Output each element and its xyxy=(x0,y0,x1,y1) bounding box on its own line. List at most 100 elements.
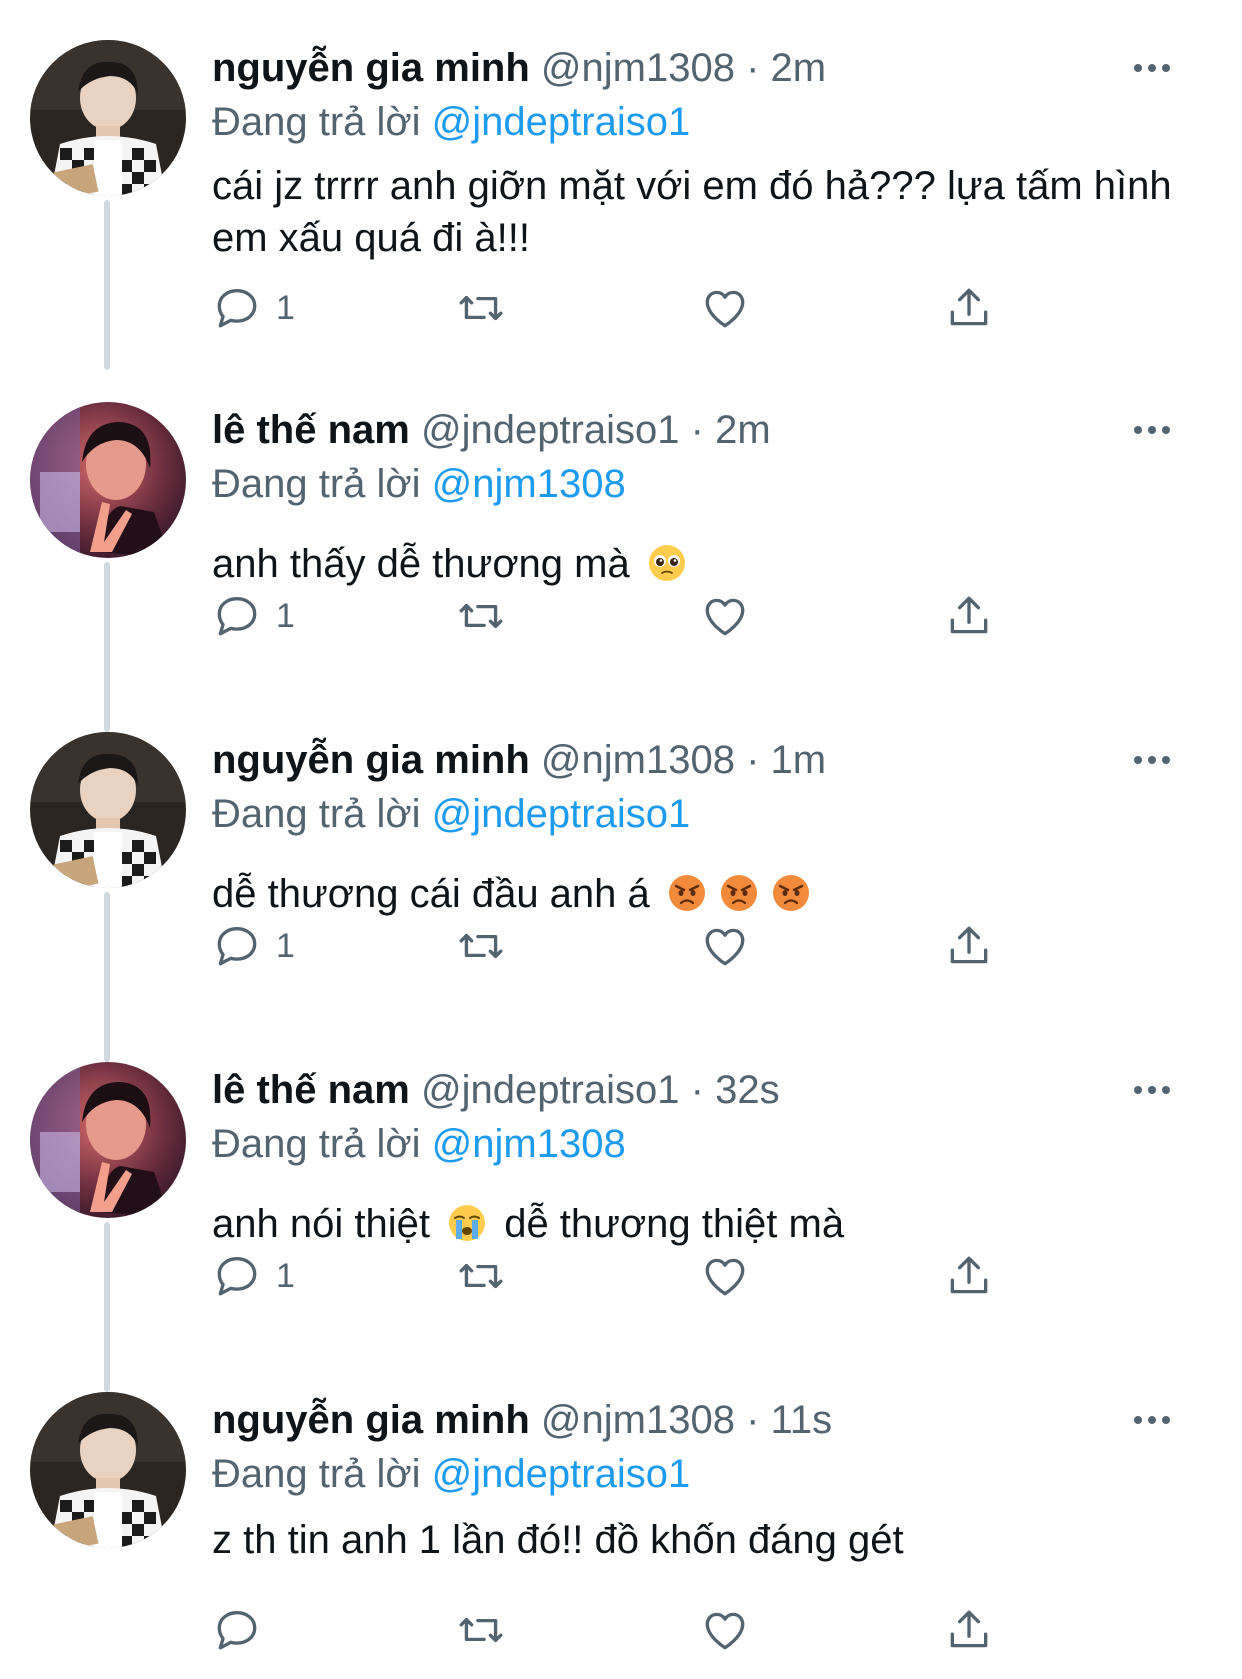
username-handle[interactable]: @njm1308 xyxy=(541,46,735,90)
replying-to-mention[interactable]: @njm1308 xyxy=(432,462,626,506)
reply-button[interactable]: 1 xyxy=(212,918,295,974)
speech-bubble-icon xyxy=(217,1257,257,1296)
reply-button[interactable]: 1 xyxy=(212,1248,295,1304)
tweet-text-part: cái jz trrrr anh giỡn mặt với em đó hả??… xyxy=(212,164,1172,260)
share-upload-icon xyxy=(950,288,988,326)
username-handle[interactable]: @jndeptraiso1 xyxy=(421,1068,680,1112)
like-button[interactable] xyxy=(700,588,750,644)
ellipsis-dot xyxy=(1148,1086,1156,1094)
username-handle[interactable]: @njm1308 xyxy=(541,1398,735,1442)
username-handle[interactable]: @njm1308 xyxy=(541,738,735,782)
tweet[interactable]: lê thế nam @jndeptraiso1 · 2m Đang trả l… xyxy=(0,362,1242,692)
tweet-actions xyxy=(212,1602,1012,1658)
retweet-button[interactable] xyxy=(456,918,506,974)
tweet-text-part: z th tin anh 1 lần đó!! đồ khốn đáng gét xyxy=(212,1518,904,1562)
avatar-boy-checkered-cardigan-image xyxy=(30,40,186,196)
avatar-boy-red-light-peace-sign-image xyxy=(30,1062,186,1218)
share-upload-icon xyxy=(950,926,988,964)
tweet-text: anh nói thiệt dễ thương thiệt mà xyxy=(212,1198,1192,1250)
reply-count: 1 xyxy=(276,926,295,965)
reply-count: 1 xyxy=(276,1256,295,1295)
replying-to: Đang trả lời @njm1308 xyxy=(212,1118,626,1170)
tweet-actions: 1 xyxy=(212,1248,1012,1304)
retweet-arrows-icon xyxy=(459,1617,503,1643)
heart-icon xyxy=(705,1258,745,1296)
ellipsis-icon xyxy=(1134,756,1142,764)
avatar[interactable] xyxy=(30,40,186,196)
replying-to-label: Đang trả lời xyxy=(212,100,421,144)
separator-dot: · xyxy=(690,408,704,452)
retweet-arrows-icon xyxy=(459,295,503,321)
username-handle[interactable]: @jndeptraiso1 xyxy=(421,408,680,452)
avatar-boy-checkered-cardigan-image xyxy=(30,732,186,888)
timestamp[interactable]: 2m xyxy=(771,46,827,90)
tweet-text-part: anh thấy dễ thương mà xyxy=(212,542,630,586)
like-button[interactable] xyxy=(700,918,750,974)
share-button[interactable] xyxy=(944,918,994,974)
retweet-arrows-icon xyxy=(459,603,503,629)
timestamp[interactable]: 1m xyxy=(771,738,827,782)
more-options-button[interactable] xyxy=(1122,1070,1182,1110)
tweet-text-part: dễ thương cái đầu anh á xyxy=(212,872,650,916)
replying-to-mention[interactable]: @njm1308 xyxy=(432,1122,626,1166)
like-button[interactable] xyxy=(700,1248,750,1304)
avatar[interactable] xyxy=(30,1062,186,1218)
speech-bubble-icon xyxy=(217,927,257,966)
avatar[interactable] xyxy=(30,732,186,888)
display-name[interactable]: nguyễn gia minh xyxy=(212,738,530,782)
ellipsis-dot xyxy=(1148,64,1156,72)
ellipsis-icon xyxy=(1134,1086,1142,1094)
ellipsis-dot xyxy=(1148,756,1156,764)
loudly-crying-face-emoji xyxy=(449,1205,486,1241)
timestamp[interactable]: 2m xyxy=(715,408,771,452)
display-name[interactable]: lê thế nam xyxy=(212,1068,410,1112)
ellipsis-icon xyxy=(1134,64,1142,72)
tweet[interactable]: nguyễn gia minh @njm1308 · 11s Đang trả … xyxy=(0,1352,1242,1679)
tweet-text-part: anh nói thiệt xyxy=(212,1202,430,1246)
share-button[interactable] xyxy=(944,1248,994,1304)
timestamp[interactable]: 11s xyxy=(771,1398,833,1442)
display-name[interactable]: nguyễn gia minh xyxy=(212,46,530,90)
speech-bubble-icon xyxy=(217,1611,257,1650)
more-options-button[interactable] xyxy=(1122,48,1182,88)
separator-dot: · xyxy=(746,738,760,782)
angry-face-emoji xyxy=(720,875,757,911)
display-name[interactable]: nguyễn gia minh xyxy=(212,1398,530,1442)
display-name[interactable]: lê thế nam xyxy=(212,408,410,452)
retweet-button[interactable] xyxy=(456,588,506,644)
replying-to-mention[interactable]: @jndeptraiso1 xyxy=(432,1452,691,1496)
reply-count: 1 xyxy=(276,288,295,327)
like-button[interactable] xyxy=(700,1602,750,1658)
like-button[interactable] xyxy=(700,280,750,336)
replying-to-label: Đang trả lời xyxy=(212,1452,421,1496)
tweet-header: lê thế nam @jndeptraiso1 · 32s xyxy=(212,1062,780,1118)
replying-to-label: Đang trả lời xyxy=(212,792,421,836)
tweet-actions: 1 xyxy=(212,280,1012,336)
reply-button[interactable]: 1 xyxy=(212,280,295,336)
share-button[interactable] xyxy=(944,588,994,644)
retweet-button[interactable] xyxy=(456,1602,506,1658)
replying-to-mention[interactable]: @jndeptraiso1 xyxy=(432,100,691,144)
retweet-button[interactable] xyxy=(456,280,506,336)
retweet-button[interactable] xyxy=(456,1248,506,1304)
avatar[interactable] xyxy=(30,1392,186,1548)
share-button[interactable] xyxy=(944,1602,994,1658)
more-options-button[interactable] xyxy=(1122,1400,1182,1440)
share-button[interactable] xyxy=(944,280,994,336)
reply-button[interactable] xyxy=(212,1602,276,1658)
tweet[interactable]: nguyễn gia minh @njm1308 · 1m Đang trả l… xyxy=(0,692,1242,1022)
speech-bubble-icon xyxy=(217,289,257,328)
tweet[interactable]: lê thế nam @jndeptraiso1 · 32s Đang trả … xyxy=(0,1022,1242,1352)
tweet-actions: 1 xyxy=(212,588,1012,644)
more-options-button[interactable] xyxy=(1122,410,1182,450)
share-upload-icon xyxy=(950,596,988,634)
ellipsis-dot xyxy=(1162,426,1170,434)
reply-button[interactable]: 1 xyxy=(212,588,295,644)
ellipsis-dot xyxy=(1162,1086,1170,1094)
avatar[interactable] xyxy=(30,402,186,558)
timestamp[interactable]: 32s xyxy=(715,1068,780,1112)
tweet-text: dễ thương cái đầu anh á xyxy=(212,868,1192,920)
tweet[interactable]: nguyễn gia minh @njm1308 · 2m Đang trả l… xyxy=(0,0,1242,330)
more-options-button[interactable] xyxy=(1122,740,1182,780)
replying-to-mention[interactable]: @jndeptraiso1 xyxy=(432,792,691,836)
